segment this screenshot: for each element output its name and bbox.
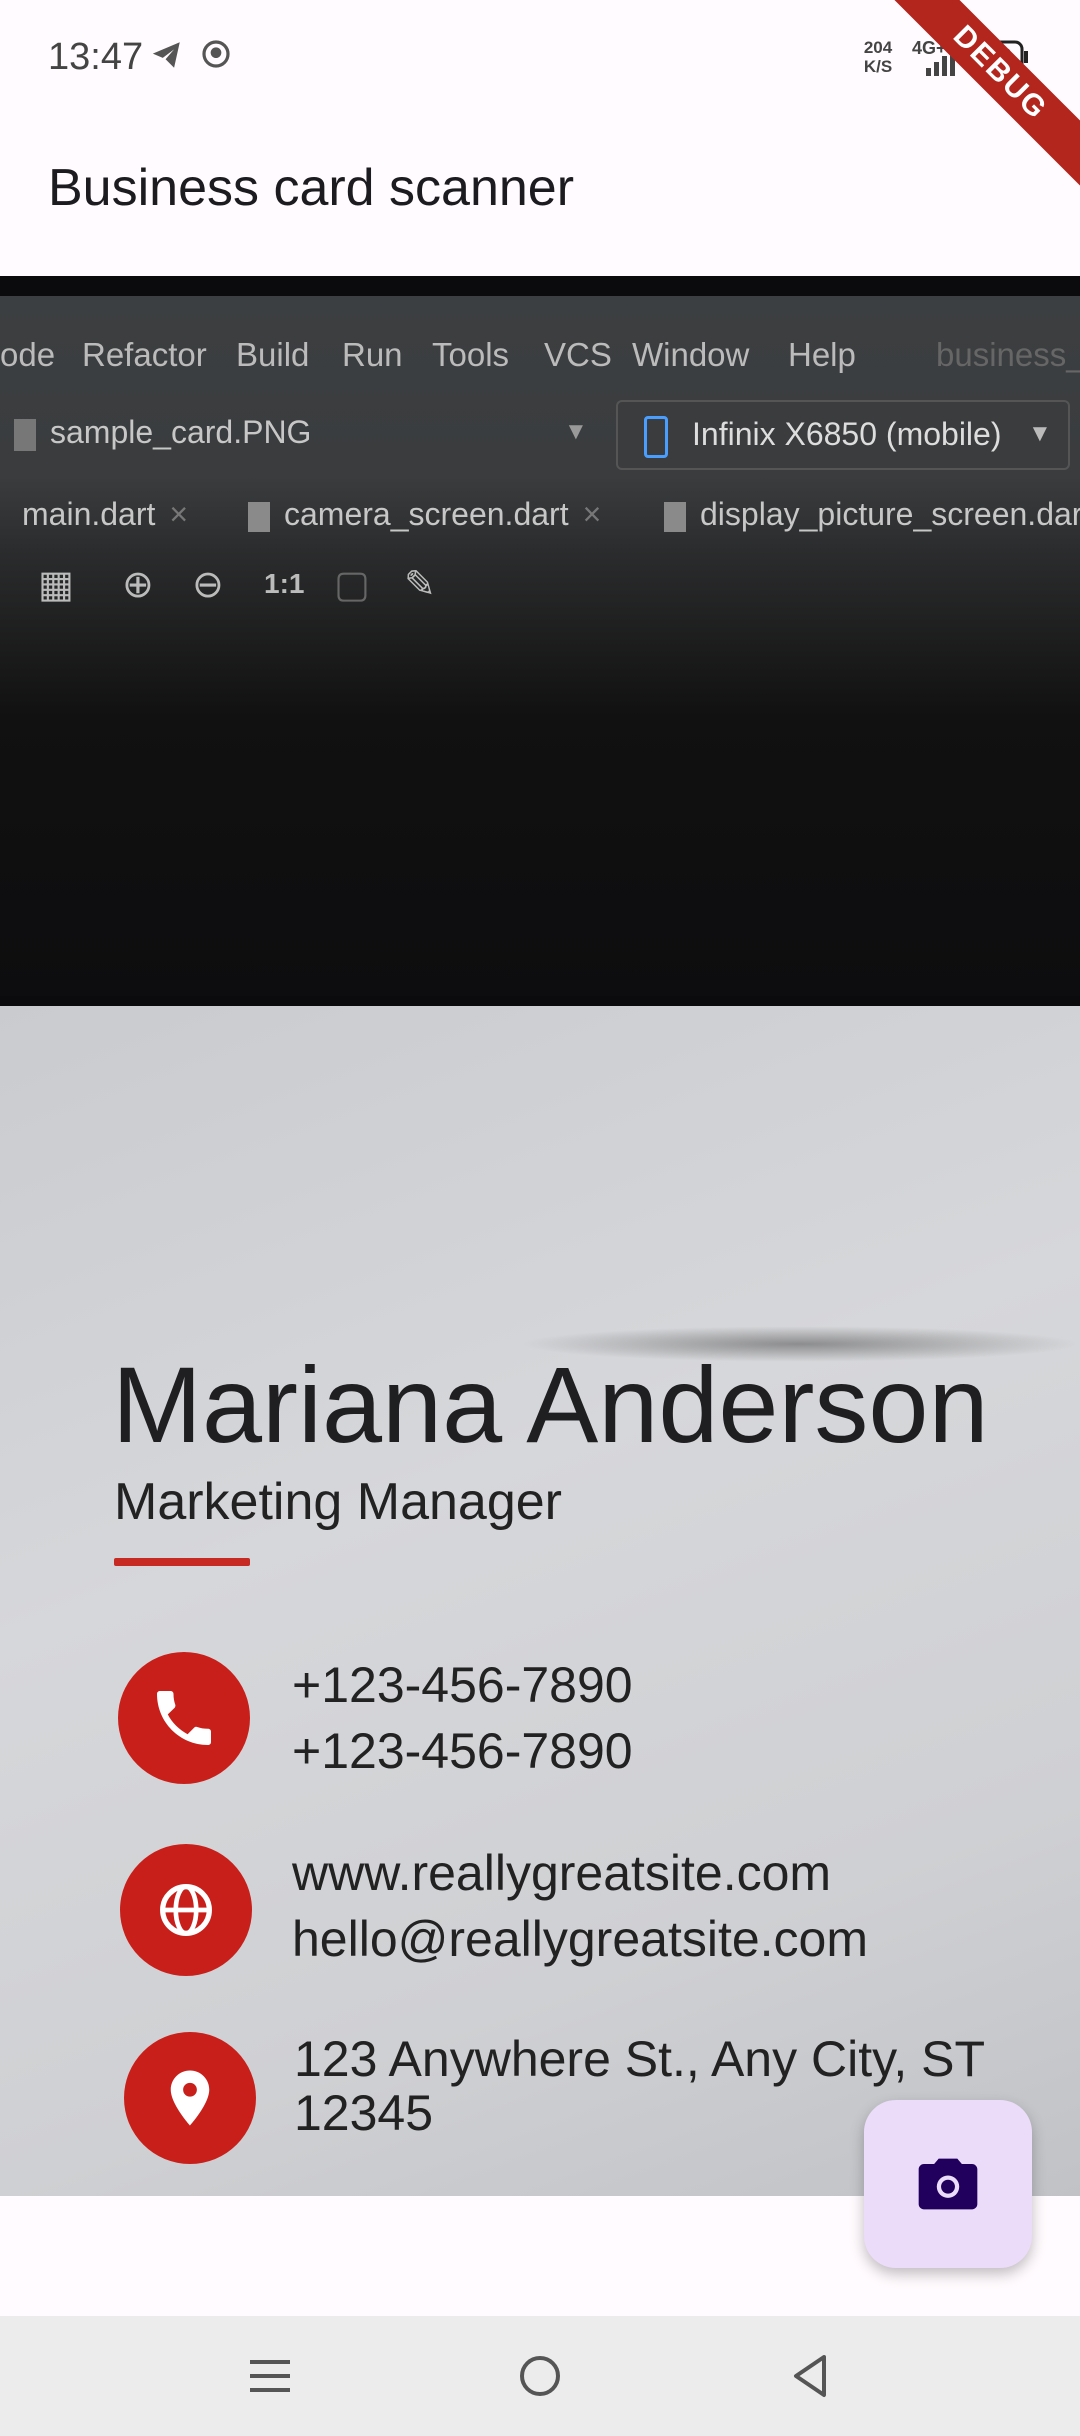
dropdown-arrow-icon: ▼ xyxy=(1028,420,1052,447)
ide-menu-item: ode xyxy=(0,336,56,373)
ide-device-selector: Infinix X6850 (mobile) ▼ xyxy=(616,400,1070,470)
ide-tab-label: camera_screen.dart xyxy=(284,496,569,532)
color-picker-icon: ✎ xyxy=(404,564,436,606)
ide-menu-item: Tools xyxy=(432,336,510,373)
card-website: www.reallygreatsite.com xyxy=(292,1845,832,1901)
card-role: Marketing Manager xyxy=(114,1473,562,1531)
ide-menu-item: VCS xyxy=(544,336,612,373)
status-bar: 13:47 204 K/S 4G+ 100 DEBUG xyxy=(0,0,1080,196)
ide-menu-item: Window xyxy=(632,336,750,373)
phone-icon xyxy=(118,1652,250,1784)
location-pin-icon xyxy=(124,2032,256,2164)
ide-tab: display_picture_screen.dart xyxy=(664,496,1080,533)
ide-tab: main.dart × xyxy=(22,496,188,533)
dropdown-arrow-icon: ▼ xyxy=(564,418,588,445)
globe-icon xyxy=(120,1844,252,1976)
ide-device-name: Infinix X6850 (mobile) xyxy=(692,416,1002,452)
ide-menu-item: Run xyxy=(342,336,403,373)
card-email: hello@reallygreatsite.com xyxy=(292,1911,869,1967)
ide-menu-item: Refactor xyxy=(82,336,207,373)
business-card: Mariana Anderson Marketing Manager +123-… xyxy=(0,1006,1080,2196)
camera-icon xyxy=(918,2158,978,2210)
status-time: 13:47 xyxy=(48,36,144,78)
ide-menu-item: Build xyxy=(236,336,310,373)
phone-icon xyxy=(644,416,668,458)
card-name: Mariana Anderson xyxy=(112,1344,989,1465)
card-phone-2: +123-456-7890 xyxy=(292,1723,633,1779)
fit-icon: ▢ xyxy=(334,564,370,606)
ide-menu-item: business_c xyxy=(936,336,1080,373)
grid-icon: ▦ xyxy=(38,564,74,606)
card-phone-1: +123-456-7890 xyxy=(292,1657,633,1713)
ide-file-selector: sample_card.PNG ▼ xyxy=(14,414,588,451)
system-nav-bar xyxy=(0,2316,1080,2436)
camera-preview: ode Refactor Build Run Tools VCS Window … xyxy=(0,276,1080,2196)
ide-file-name: sample_card.PNG xyxy=(50,414,312,450)
card-divider xyxy=(114,1558,250,1566)
ide-tab: camera_screen.dart × xyxy=(248,496,601,533)
ide-tab-label: main.dart xyxy=(22,496,156,532)
close-icon: × xyxy=(169,496,189,532)
app-notification-icon xyxy=(200,38,232,75)
telegram-icon xyxy=(150,38,184,77)
dart-file-icon xyxy=(664,501,686,532)
close-icon: × xyxy=(582,496,602,532)
zoom-in-icon: ⊕ xyxy=(122,564,154,606)
menu-icon[interactable] xyxy=(240,2346,300,2406)
take-picture-button[interactable] xyxy=(864,2100,1032,2268)
page-title: Business card scanner xyxy=(48,159,575,217)
net-speed: 204 K/S xyxy=(863,38,893,76)
zoom-out-icon: ⊖ xyxy=(192,564,224,606)
home-icon[interactable] xyxy=(510,2346,570,2406)
ide-tab-label: display_picture_screen.dart xyxy=(700,496,1080,532)
ide-menu-item: Help xyxy=(788,336,856,373)
ide-window: ode Refactor Build Run Tools VCS Window … xyxy=(0,296,1080,996)
dart-file-icon xyxy=(248,501,270,532)
back-icon[interactable] xyxy=(780,2346,840,2406)
actual-size-label: 1:1 xyxy=(264,568,305,599)
file-icon xyxy=(14,418,36,451)
card-address-line-2: 12345 xyxy=(294,2085,434,2141)
